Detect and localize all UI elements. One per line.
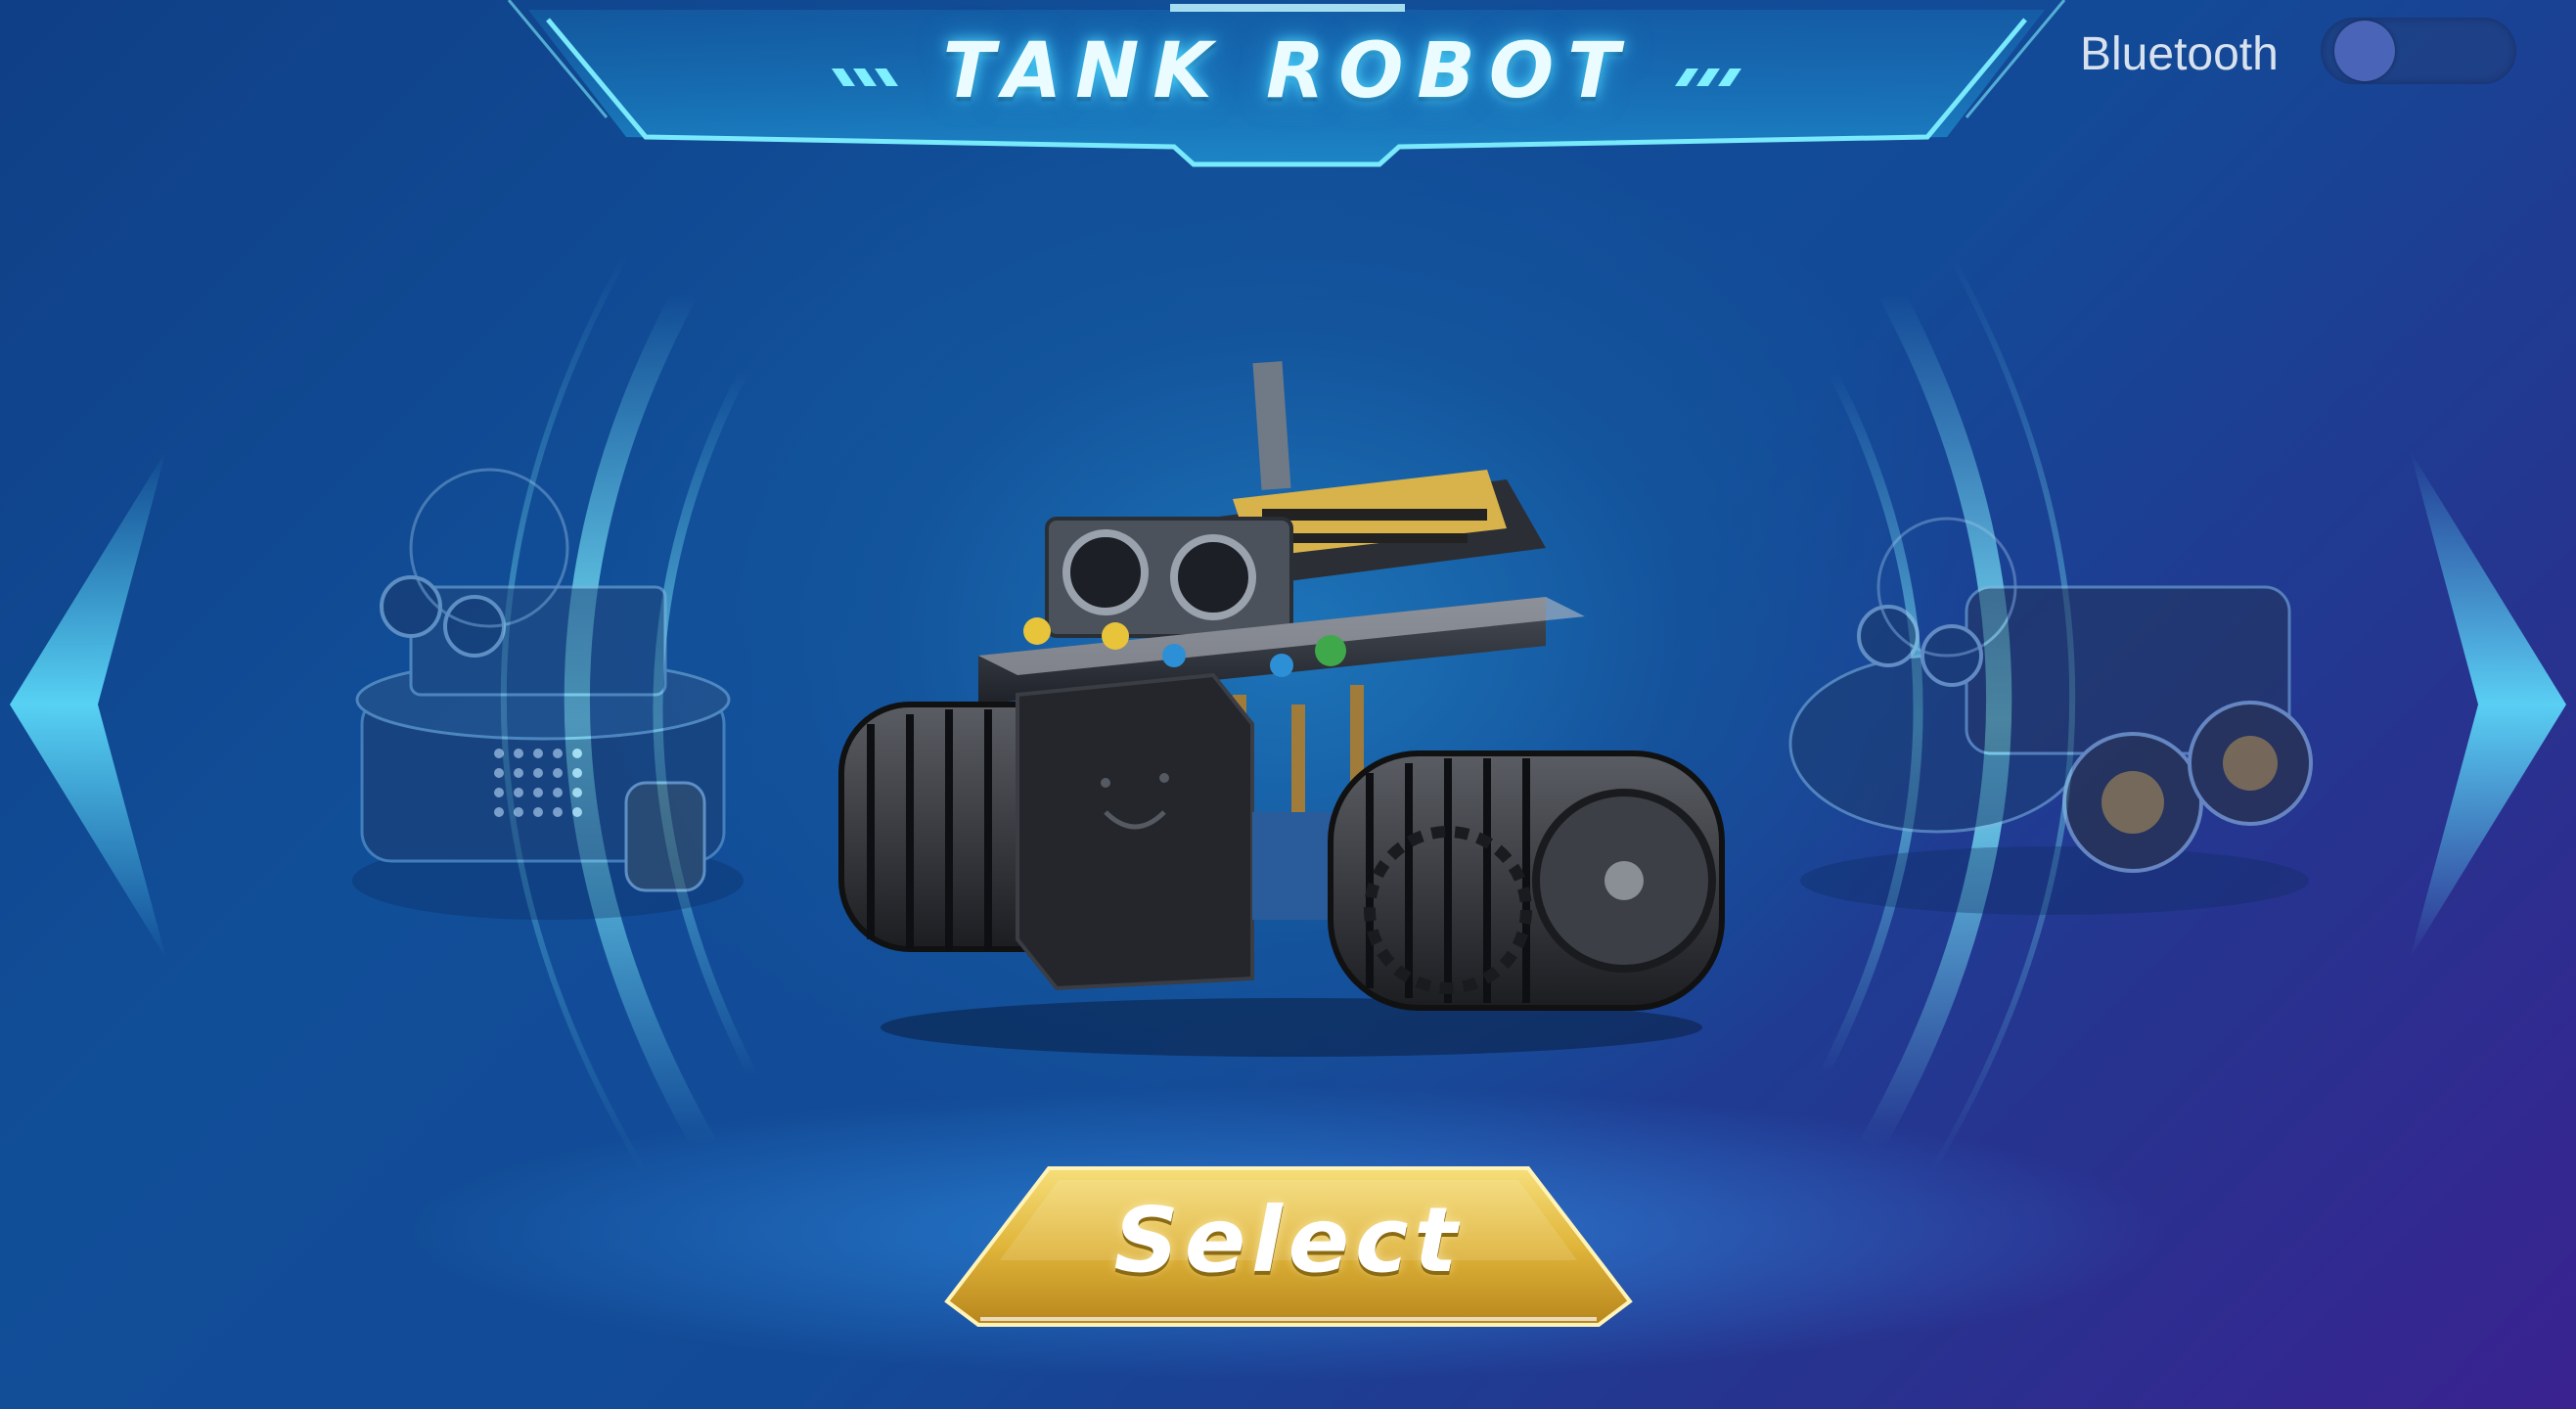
robot-preview-left bbox=[352, 468, 744, 920]
select-button-label: Select bbox=[1113, 1188, 1464, 1293]
bluetooth-toggle[interactable] bbox=[2321, 18, 2516, 84]
bluetooth-toggle-knob bbox=[2334, 21, 2395, 81]
next-arrow-button[interactable] bbox=[2400, 450, 2576, 959]
robot-preview-right bbox=[1788, 517, 2313, 915]
robot-selection-screen: TANK ROBOT Bluetooth Select bbox=[0, 0, 2576, 1409]
bluetooth-label: Bluetooth bbox=[2080, 28, 2279, 80]
select-button[interactable]: Select bbox=[941, 1162, 1636, 1331]
chevron-right-icon bbox=[2410, 450, 2566, 959]
tank-robot-image bbox=[838, 361, 1725, 1057]
previous-arrow-button[interactable] bbox=[0, 450, 176, 959]
chevron-left-icon bbox=[10, 450, 166, 959]
